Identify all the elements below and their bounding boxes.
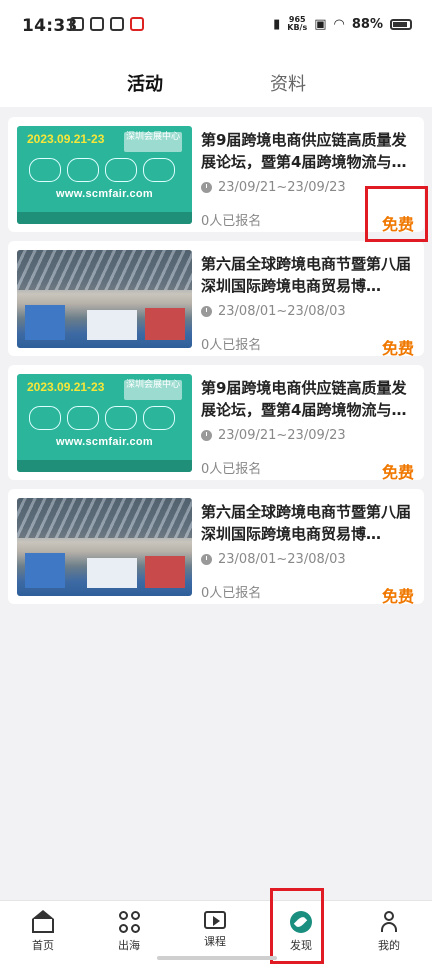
clock-icon xyxy=(201,182,212,193)
event-thumbnail xyxy=(17,498,192,596)
nav-home[interactable]: 首页 xyxy=(0,901,86,965)
event-card[interactable]: 2023.09.21-23 深圳会展中心 www.scmfair.com 第9届… xyxy=(8,365,424,482)
highlight-box xyxy=(365,186,428,242)
nav-label: 我的 xyxy=(378,939,400,952)
app-notification-icon xyxy=(70,17,84,31)
battery-icon xyxy=(390,18,412,30)
event-card[interactable]: 2023.09.21-23 深圳会展中心 www.scmfair.com 第9届… xyxy=(8,117,424,234)
photo-booth xyxy=(87,310,137,340)
promo-badges xyxy=(29,158,175,182)
promo-footer xyxy=(17,212,192,224)
event-signup-count: 0人已报名 xyxy=(201,214,262,229)
photo-roof xyxy=(17,498,192,538)
app-notification-icon xyxy=(90,17,104,31)
network-speed: 965 KB/s xyxy=(287,15,308,32)
event-price: 免费 xyxy=(381,587,414,606)
event-price: 免费 xyxy=(381,463,414,482)
nav-label: 课程 xyxy=(204,935,226,948)
promo-url: www.scmfair.com xyxy=(55,436,154,448)
status-bar: 14:33 ▮ 965 KB/s ▣ ◠ 88% xyxy=(0,0,432,50)
promo-date: 2023.09.21-23 xyxy=(27,380,105,394)
promo-venue: 深圳会展中心 xyxy=(124,132,182,152)
clock-icon xyxy=(201,306,212,317)
tab-activities[interactable]: 活动 xyxy=(127,70,163,96)
event-date: 23/08/01~23/08/03 xyxy=(201,552,346,567)
vibrate-icon: ▮ xyxy=(273,16,281,32)
event-title: 第9届跨境电商供应链高质量发展论坛，暨第4届跨境物流与… xyxy=(201,379,407,419)
clock-icon xyxy=(201,430,212,441)
photo-booth xyxy=(87,558,137,588)
wifi-icon: ◠ xyxy=(333,16,345,32)
home-indicator xyxy=(157,956,277,960)
nav-label: 出海 xyxy=(118,939,140,952)
photo-booth xyxy=(145,556,185,588)
event-signup-count: 0人已报名 xyxy=(201,462,262,477)
tab-bar: 活动 资料 xyxy=(0,50,432,107)
event-card[interactable]: 第六届全球跨境电商节暨第八届深圳国际跨境电商贸易博… 23/08/01~23/0… xyxy=(8,241,424,358)
event-thumbnail: 2023.09.21-23 深圳会展中心 www.scmfair.com xyxy=(17,126,192,224)
event-date: 23/09/21~23/09/23 xyxy=(201,428,346,443)
promo-badge xyxy=(29,158,61,182)
play-icon xyxy=(204,911,226,929)
nav-label: 首页 xyxy=(32,939,54,952)
promo-badge xyxy=(105,158,137,182)
promo-badge xyxy=(143,406,175,430)
user-icon xyxy=(378,911,400,933)
photo-roof xyxy=(17,250,192,290)
clock-icon xyxy=(201,554,212,565)
grid-icon xyxy=(118,911,140,933)
tab-resources[interactable]: 资料 xyxy=(270,70,306,96)
event-card[interactable]: 第六届全球跨境电商节暨第八届深圳国际跨境电商贸易博… 23/08/01~23/0… xyxy=(8,489,424,606)
promo-badge xyxy=(67,158,99,182)
event-date: 23/08/01~23/08/03 xyxy=(201,304,346,319)
promo-badges xyxy=(29,406,175,430)
battery-percent: 88% xyxy=(351,16,383,32)
promo-footer xyxy=(17,460,192,472)
app-notification-icon xyxy=(130,17,144,31)
sim-icon: ▣ xyxy=(314,16,327,32)
photo-booth xyxy=(25,305,65,340)
photo-booth xyxy=(145,308,185,340)
event-signup-count: 0人已报名 xyxy=(201,338,262,353)
home-icon xyxy=(32,910,54,933)
promo-badge xyxy=(67,406,99,430)
event-title: 第9届跨境电商供应链高质量发展论坛，暨第4届跨境物流与… xyxy=(201,131,407,171)
status-right: ▮ 965 KB/s ▣ ◠ 88% xyxy=(273,16,412,32)
event-date: 23/09/21~23/09/23 xyxy=(201,180,346,195)
promo-date: 2023.09.21-23 xyxy=(27,132,105,146)
event-price: 免费 xyxy=(381,339,414,358)
promo-venue: 深圳会展中心 xyxy=(124,380,182,400)
promo-badge xyxy=(105,406,137,430)
nav-mine[interactable]: 我的 xyxy=(346,901,432,965)
photo-booth xyxy=(25,553,65,588)
event-thumbnail: 2023.09.21-23 深圳会展中心 www.scmfair.com xyxy=(17,374,192,472)
event-title: 第六届全球跨境电商节暨第八届深圳国际跨境电商贸易博… xyxy=(201,503,412,543)
status-notification-icons xyxy=(70,17,144,31)
highlight-box xyxy=(270,888,324,964)
event-thumbnail xyxy=(17,250,192,348)
promo-badge xyxy=(143,158,175,182)
event-title: 第六届全球跨境电商节暨第八届深圳国际跨境电商贸易博… xyxy=(201,255,412,295)
event-signup-count: 0人已报名 xyxy=(201,586,262,601)
promo-badge xyxy=(29,406,61,430)
promo-url: www.scmfair.com xyxy=(55,188,154,200)
app-notification-icon xyxy=(110,17,124,31)
